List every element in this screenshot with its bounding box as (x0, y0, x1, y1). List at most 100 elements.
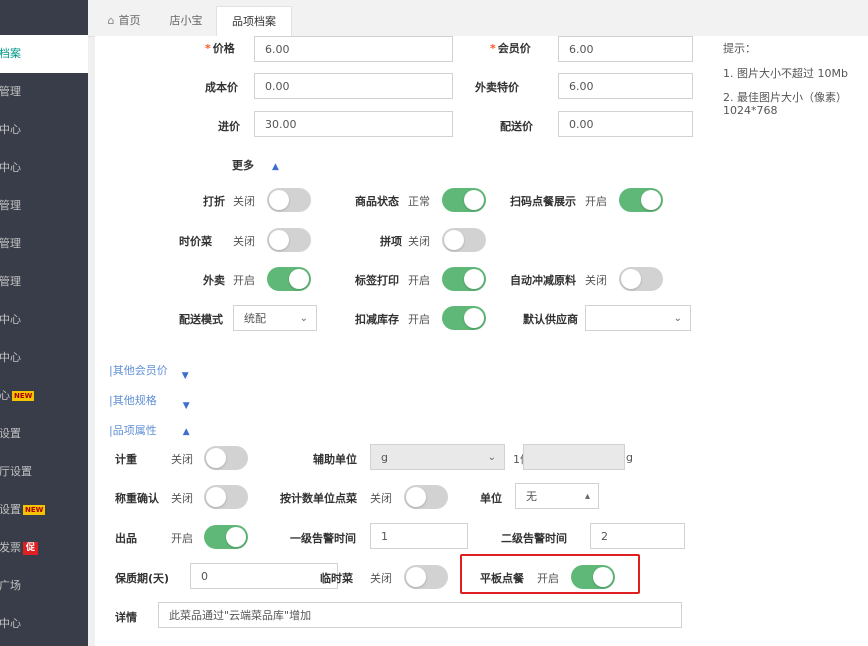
sidebar-item-label: 开发票 (0, 541, 21, 554)
combo-state: 关闭 (408, 235, 430, 248)
tips-line-1: 1. 图片大小不超过 10Mb (723, 67, 848, 80)
default-supplier-label: 默认供应商 (523, 313, 578, 326)
aux-unit-label: 辅助单位 (313, 453, 357, 466)
tips-line-3: 1024*768 (723, 104, 778, 117)
goods-status-switch[interactable] (442, 188, 486, 212)
seasonal-dish-switch[interactable] (267, 228, 311, 252)
sidebar-item[interactable]: 中心NEW (0, 377, 88, 415)
cost-price-input[interactable]: 0.00 (254, 73, 453, 99)
sidebar-item-label: 管管理 (0, 275, 21, 288)
label-print-switch[interactable] (442, 267, 486, 291)
collapse-arrow-icon: ▲ (182, 427, 190, 437)
sidebar-item-label: 户管理 (0, 237, 21, 250)
sidebar-item[interactable]: 品中心 (0, 111, 88, 149)
takeout-price-input[interactable]: 6.00 (558, 73, 693, 99)
tab-store-label: 店小宝 (169, 14, 203, 27)
sidebar-item-label: 开中心 (0, 617, 21, 630)
deduct-stock-switch[interactable] (442, 306, 486, 330)
unit-select[interactable]: 无 ▴ (515, 483, 599, 509)
unit-order-switch[interactable] (404, 485, 448, 509)
expand-arrow-icon: ▼ (181, 371, 189, 381)
delivery-mode-select[interactable]: 统配 ⌄ (233, 305, 317, 331)
weigh-state: 关闭 (171, 453, 193, 466)
new-badge: NEW (12, 391, 35, 401)
chevron-down-icon: ⌄ (673, 313, 682, 324)
sidebar-item[interactable]: 用广场 (0, 567, 88, 605)
sidebar-item[interactable]: 开发票促 (0, 529, 88, 567)
auto-deduct-state: 关闭 (585, 274, 607, 287)
tips-title: 提示： (723, 42, 756, 55)
delivery-price-input[interactable]: 0.00 (558, 111, 693, 137)
chevron-down-icon: ⌄ (299, 313, 308, 324)
combo-label: 拼项 (380, 235, 402, 248)
section-other-spec[interactable]: |其他规格 ▼ (109, 392, 190, 411)
sidebar-item[interactable]: 开中心 (0, 605, 88, 643)
sidebar-item-label: 单中心 (0, 313, 21, 326)
takeout-state: 开启 (233, 274, 255, 287)
weigh-confirm-switch[interactable] (204, 485, 248, 509)
tab-home-label: 首页 (118, 14, 141, 27)
auto-deduct-switch[interactable] (619, 267, 663, 291)
sidebar-item-label: 务设置 (0, 503, 21, 516)
tablet-order-switch[interactable] (571, 565, 615, 589)
alarm-level2-input[interactable]: 2 (590, 523, 685, 549)
tab-home[interactable]: ⌂ 首页 (94, 6, 154, 36)
delivery-price-label: 配送价 (500, 120, 533, 133)
sidebar-item[interactable]: 表中心 (0, 339, 88, 377)
sidebar-item-label: 统设置 (0, 427, 21, 440)
aux-unit-select[interactable]: g ⌄ (370, 444, 505, 470)
temp-dish-switch[interactable] (404, 565, 448, 589)
discount-switch[interactable] (267, 188, 311, 212)
combo-switch[interactable] (442, 228, 486, 252)
detail-input[interactable]: 此菜品通过"云端菜品库"增加 (158, 602, 682, 628)
unit-label: 单位 (480, 492, 502, 505)
label-print-label: 标签打印 (355, 274, 399, 287)
scan-order-switch[interactable] (619, 188, 663, 212)
portion-unit: g (626, 451, 633, 464)
alarm-level1-input[interactable]: 1 (370, 523, 468, 549)
weigh-switch[interactable] (204, 446, 248, 470)
output-state: 开启 (171, 532, 193, 545)
member-price-input[interactable]: 6.00 (558, 36, 693, 62)
shelf-life-input[interactable]: 0 (190, 563, 338, 589)
sidebar-item[interactable]: 销中心 (0, 149, 88, 187)
takeout-switch[interactable] (267, 267, 311, 291)
sidebar-item[interactable]: 务设置NEW (0, 491, 88, 529)
sidebar-item-label: 销中心 (0, 161, 21, 174)
sidebar-item[interactable]: 管管理 (0, 73, 88, 111)
more-toggle[interactable]: 更多 ▲ (232, 157, 279, 173)
takeout-label: 外卖 (203, 274, 225, 287)
tab-store[interactable]: 店小宝 (158, 6, 214, 36)
sidebar-item-label: 司管理 (0, 199, 21, 212)
sidebar-item[interactable]: 司管理 (0, 187, 88, 225)
sidebar-item[interactable]: 单中心 (0, 301, 88, 339)
portion-input[interactable] (523, 444, 625, 470)
delivery-mode-label: 配送模式 (179, 313, 223, 326)
sidebar-item[interactable]: 餐厅设置 (0, 453, 88, 491)
sidebar-item[interactable]: 管管理 (0, 263, 88, 301)
sidebar-item[interactable]: 们档案 (0, 35, 88, 73)
scan-order-state: 开启 (585, 195, 607, 208)
output-switch[interactable] (204, 525, 248, 549)
tab-bar: ⌂ 首页 店小宝 品项档案 (88, 0, 868, 37)
section-member-price[interactable]: |其他会员价 ▼ (109, 362, 189, 381)
sidebar-item[interactable]: 统设置 (0, 415, 88, 453)
deduct-stock-label: 扣减库存 (355, 313, 399, 326)
price-input[interactable]: 6.00 (254, 36, 453, 62)
purchase-price-input[interactable]: 30.00 (254, 111, 453, 137)
member-price-label: * 会员价 (490, 42, 531, 55)
sidebar-item-label: 表中心 (0, 351, 21, 364)
default-supplier-select[interactable]: ⌄ (585, 305, 691, 331)
chevron-down-icon: ⌄ (487, 452, 496, 463)
tablet-order-state: 开启 (537, 572, 559, 585)
takeout-price-label: 外卖特价 (475, 81, 519, 94)
purchase-price-label: 进价 (218, 120, 240, 133)
tab-item-archive[interactable]: 品项档案 (216, 6, 292, 37)
unit-order-label: 按计数单位点菜 (280, 492, 357, 505)
sidebar-item[interactable]: 户管理 (0, 225, 88, 263)
promo-badge: 促 (23, 541, 39, 555)
sidebar-item[interactable]: 页 (0, 0, 88, 37)
discount-label: 打折 (203, 195, 225, 208)
section-attributes[interactable]: |品项属性 ▲ (109, 422, 190, 438)
more-label: 更多 (232, 159, 254, 172)
